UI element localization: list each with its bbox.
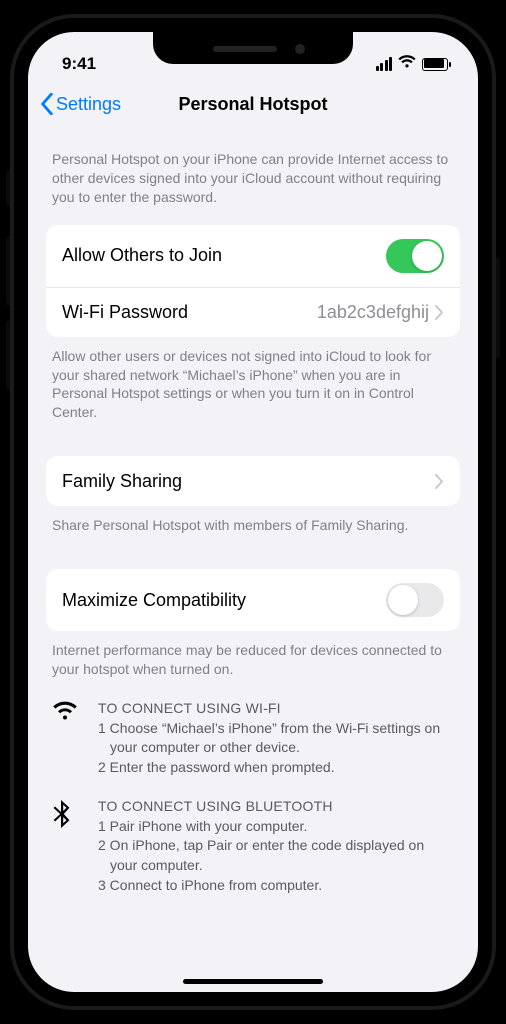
connect-bt-step-1: 1 Pair iPhone with your computer. — [98, 817, 454, 837]
connect-wifi-heading: TO CONNECT USING WI-FI — [98, 699, 454, 719]
allow-others-row[interactable]: Allow Others to Join — [46, 225, 460, 287]
connect-bt-step-3: 3 Connect to iPhone from computer. — [98, 876, 454, 896]
wifi-password-label: Wi-Fi Password — [62, 302, 188, 323]
connect-wifi-section: TO CONNECT USING WI-FI 1 Choose “Michael… — [46, 679, 460, 777]
maximize-compatibility-row[interactable]: Maximize Compatibility — [46, 569, 460, 631]
chevron-left-icon — [40, 93, 54, 115]
family-sharing-row[interactable]: Family Sharing — [46, 456, 460, 506]
content-scroll[interactable]: Personal Hotspot on your iPhone can prov… — [28, 128, 478, 935]
home-indicator[interactable] — [183, 979, 323, 984]
notch — [153, 32, 353, 64]
navigation-bar: Settings Personal Hotspot — [28, 80, 478, 128]
connect-bt-step-2: 2 On iPhone, tap Pair or enter the code … — [98, 836, 454, 875]
device-frame: 9:41 Settings Personal Hotspot Personal … — [14, 18, 492, 1006]
status-time: 9:41 — [62, 54, 96, 74]
family-sharing-footer: Share Personal Hotspot with members of F… — [46, 506, 460, 535]
wifi-password-row[interactable]: Wi-Fi Password 1ab2c3defghij — [46, 287, 460, 337]
intro-text: Personal Hotspot on your iPhone can prov… — [46, 128, 460, 217]
allow-others-label: Allow Others to Join — [62, 245, 222, 266]
back-button[interactable]: Settings — [40, 93, 121, 115]
back-label: Settings — [56, 94, 121, 115]
chevron-right-icon — [435, 474, 444, 489]
bluetooth-icon — [52, 797, 80, 895]
allow-others-toggle[interactable] — [386, 239, 444, 273]
connect-wifi-step-1: 1 Choose “Michael’s iPhone” from the Wi-… — [98, 719, 454, 758]
chevron-right-icon — [435, 305, 444, 320]
connect-bt-heading: TO CONNECT USING BLUETOOTH — [98, 797, 454, 817]
family-sharing-label: Family Sharing — [62, 471, 182, 492]
maximize-compatibility-footer: Internet performance may be reduced for … — [46, 631, 460, 679]
battery-icon — [422, 58, 448, 71]
allow-others-footer: Allow other users or devices not signed … — [46, 337, 460, 423]
screen: 9:41 Settings Personal Hotspot Personal … — [28, 32, 478, 992]
maximize-compatibility-toggle[interactable] — [386, 583, 444, 617]
connect-bluetooth-section: TO CONNECT USING BLUETOOTH 1 Pair iPhone… — [46, 777, 460, 895]
connect-wifi-step-2: 2 Enter the password when prompted. — [98, 758, 454, 778]
wifi-icon — [398, 54, 416, 74]
group-main: Allow Others to Join Wi-Fi Password 1ab2… — [46, 225, 460, 337]
wifi-password-value: 1ab2c3defghij — [317, 302, 429, 323]
group-family: Family Sharing — [46, 456, 460, 506]
maximize-compatibility-label: Maximize Compatibility — [62, 590, 246, 611]
cellular-signal-icon — [376, 57, 393, 71]
group-compat: Maximize Compatibility — [46, 569, 460, 631]
wifi-icon — [52, 699, 80, 777]
